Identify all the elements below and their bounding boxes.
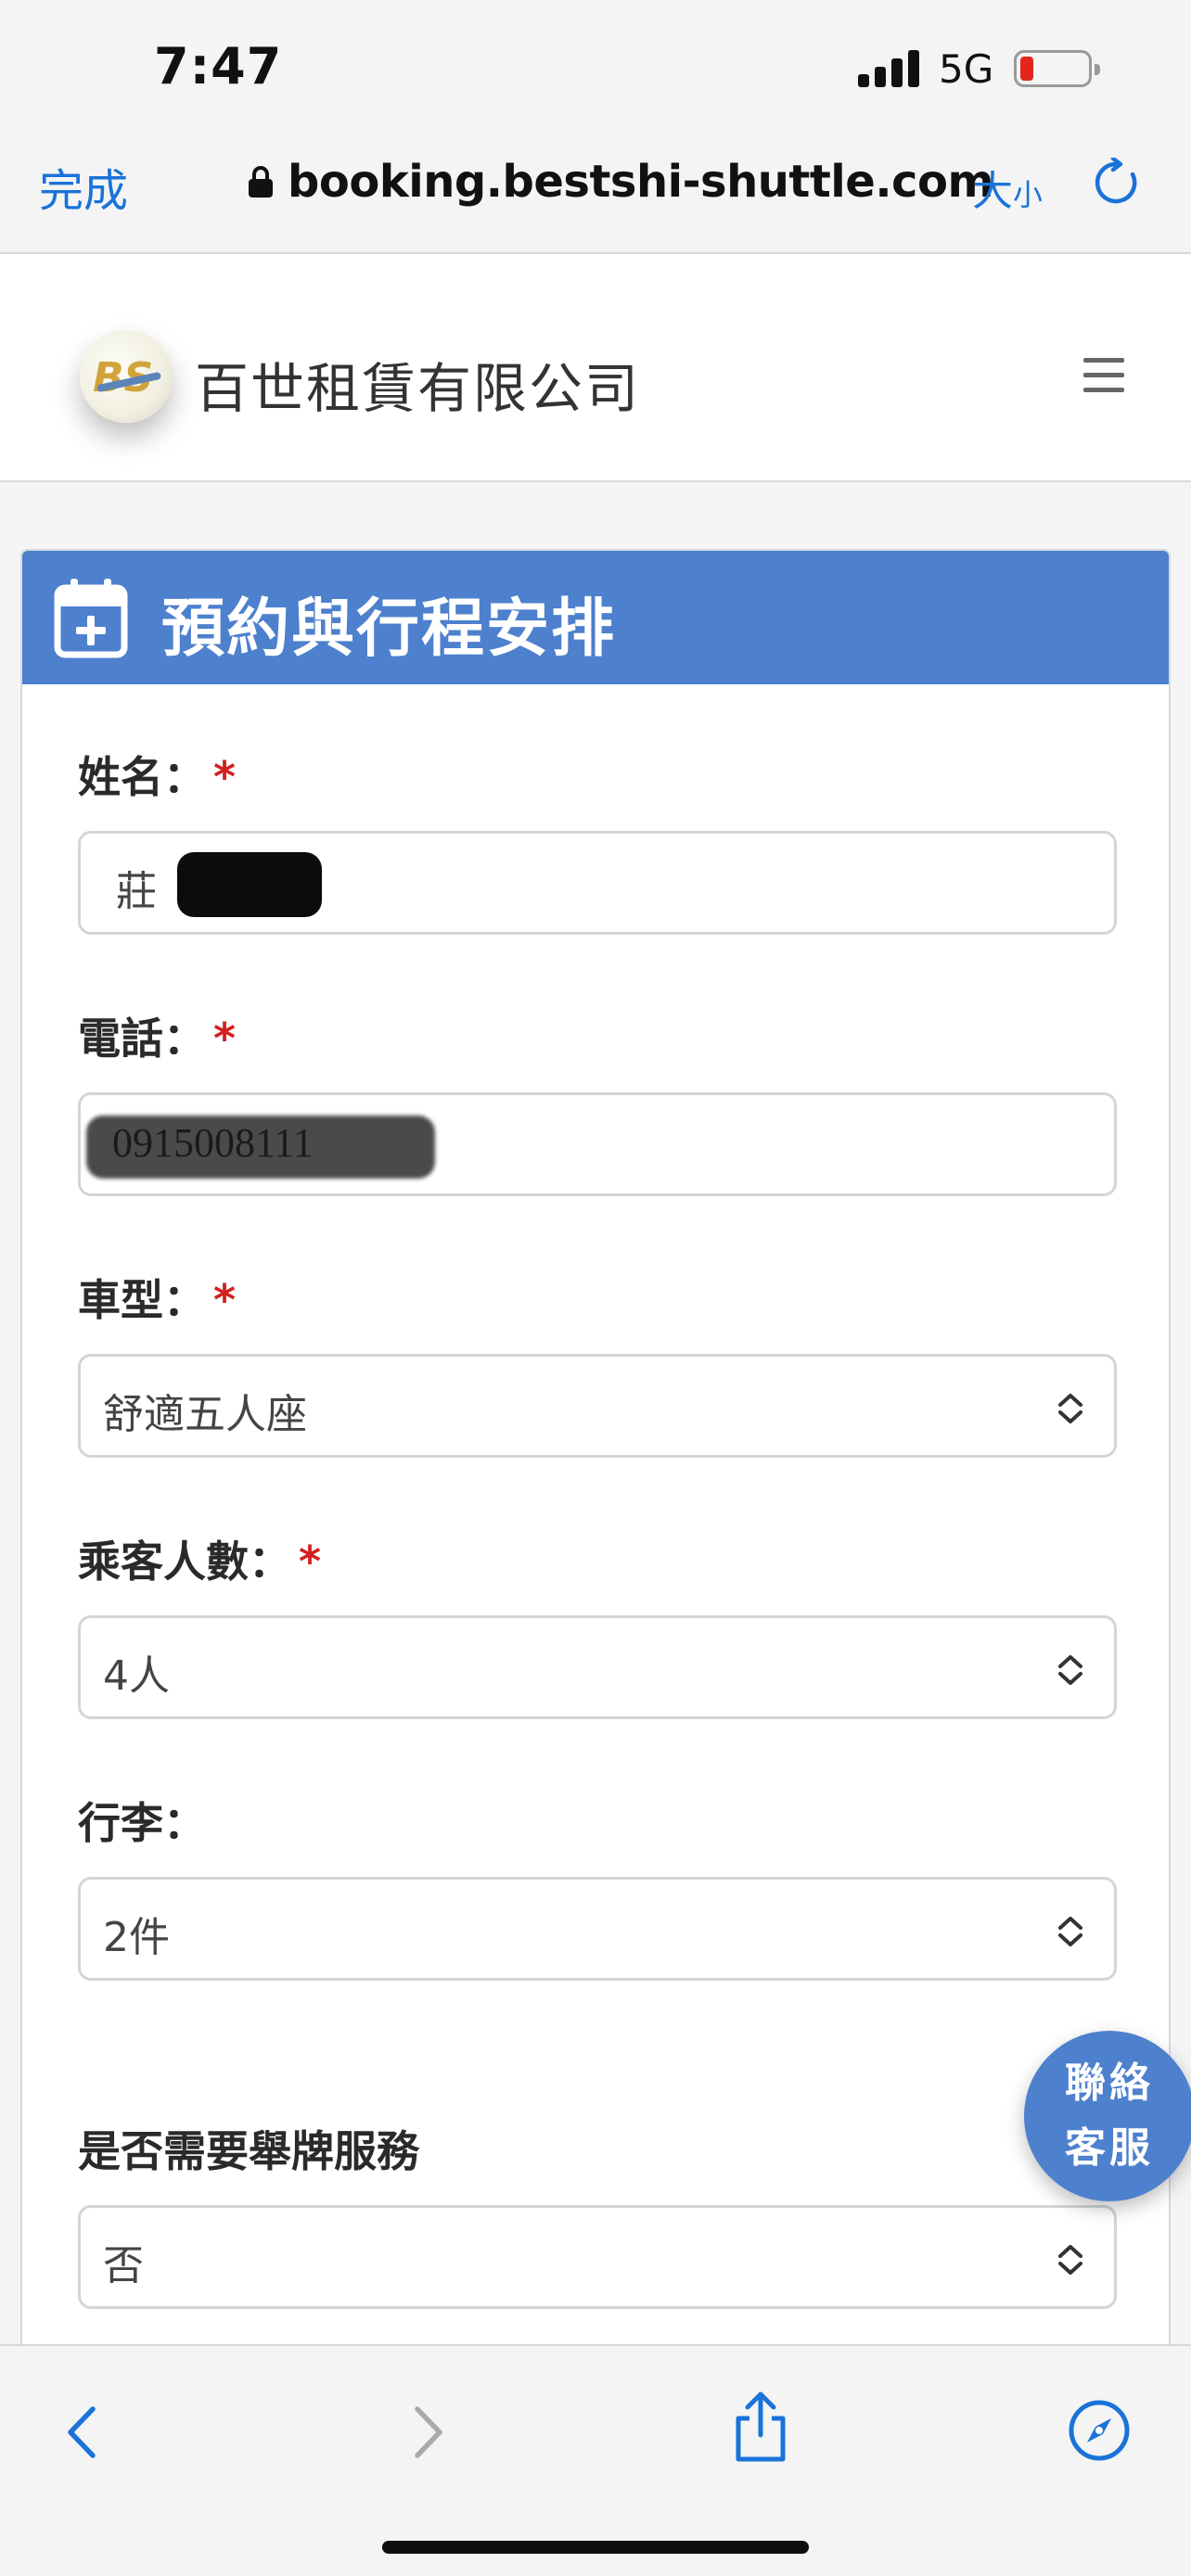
text-size-large: 大 [972, 168, 1013, 215]
company-logo[interactable]: BS [80, 330, 173, 423]
url-text: booking.bestshi-shuttle.com [288, 156, 994, 208]
luggage-label: 行李： [78, 1798, 206, 1848]
network-type: 5G [939, 46, 994, 92]
contact-support-button[interactable]: 聯絡 客服 [1024, 2031, 1191, 2201]
contact-line-2: 客服 [1065, 2124, 1154, 2172]
name-value: 莊 [116, 868, 157, 915]
car-type-value: 舒適五人座 [103, 1391, 307, 1438]
card-header: 預約與行程安排 [22, 551, 1169, 684]
select-chevrons-icon [1058, 1394, 1082, 1423]
done-button[interactable]: 完成 [39, 154, 128, 219]
contact-line-1: 聯絡 [1065, 2060, 1154, 2107]
select-chevrons-icon [1058, 1917, 1082, 1946]
sign-service-value: 否 [103, 2242, 144, 2289]
name-label: 姓名： * [78, 752, 237, 802]
cellular-signal-icon [858, 48, 921, 87]
status-bar: 7:47 5G [0, 0, 1191, 130]
reload-icon[interactable] [1091, 158, 1141, 208]
company-name: 百世租賃有限公司 [195, 357, 641, 420]
sign-service-select[interactable]: 否 [78, 2205, 1117, 2309]
back-icon[interactable] [52, 2400, 117, 2465]
calendar-plus-icon [54, 579, 128, 658]
text-size-button[interactable]: 大小 [972, 158, 1043, 217]
name-input[interactable]: 莊 [78, 831, 1117, 935]
menu-icon[interactable] [1083, 358, 1124, 393]
phone-label: 電話： * [78, 1014, 237, 1064]
home-indicator [382, 2541, 809, 2554]
forward-icon[interactable] [393, 2400, 458, 2465]
status-time: 7:47 [154, 37, 283, 96]
select-chevrons-icon [1058, 1655, 1082, 1685]
select-chevrons-icon [1058, 2245, 1082, 2275]
share-icon[interactable] [727, 2391, 794, 2465]
redaction-mark [177, 852, 322, 917]
booking-form-card: 預約與行程安排 姓名： * 莊 電話： * 0915008111 車型： * 舒適五人… [20, 549, 1171, 2357]
sign-service-label: 是否需要舉牌服務 [78, 2126, 419, 2176]
luggage-select[interactable]: 2件 [78, 1877, 1117, 1981]
luggage-value: 2件 [103, 1914, 170, 1961]
passengers-label: 乘客人數： * [78, 1537, 322, 1587]
passengers-select[interactable]: 4人 [78, 1615, 1117, 1719]
lock-icon [249, 166, 273, 198]
site-header: BS 百世租賃有限公司 [0, 254, 1191, 482]
text-size-small: 小 [1013, 177, 1044, 212]
car-type-select[interactable]: 舒適五人座 [78, 1354, 1117, 1458]
battery-icon [1014, 50, 1100, 87]
phone-value: 0915008111 [112, 1120, 314, 1166]
address-bar[interactable]: booking.bestshi-shuttle.com [249, 154, 994, 210]
phone-input[interactable]: 0915008111 [78, 1092, 1117, 1196]
browser-toolbar: 完成 booking.bestshi-shuttle.com 大小 [0, 130, 1191, 254]
compass-icon[interactable] [1067, 2398, 1132, 2463]
car-type-label: 車型： * [78, 1275, 237, 1325]
passengers-value: 4人 [103, 1652, 170, 1700]
form-title: 預約與行程安排 [161, 593, 617, 666]
